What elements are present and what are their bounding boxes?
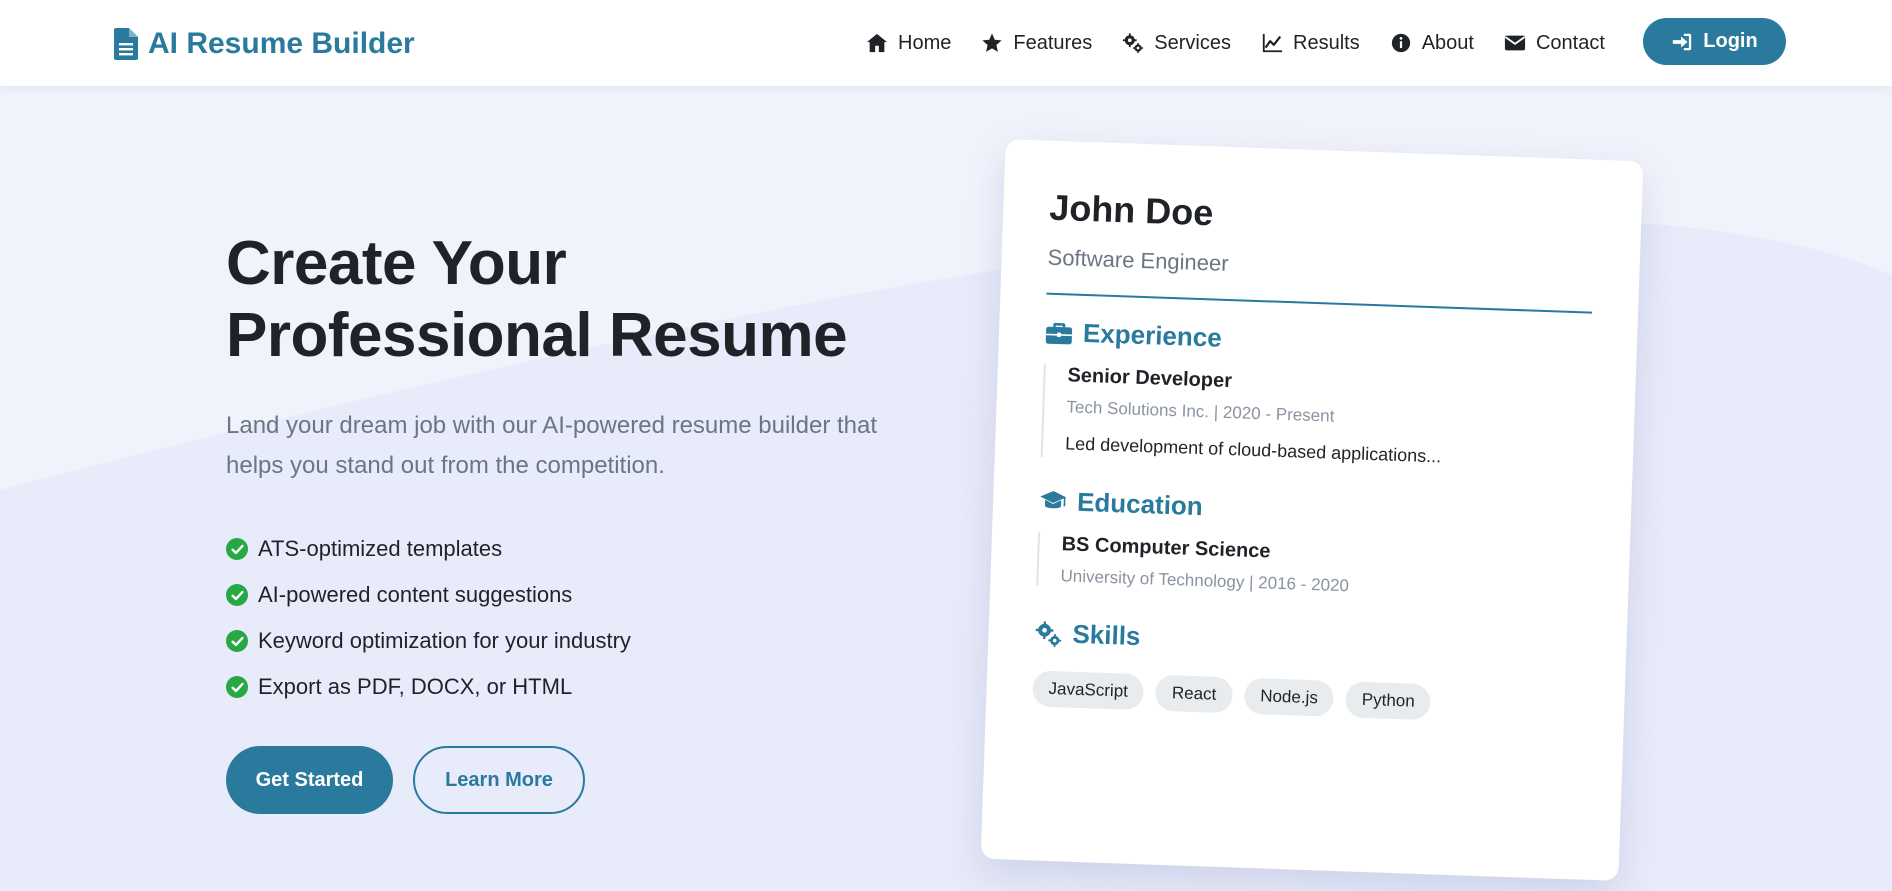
skill-pill: Python bbox=[1345, 681, 1432, 721]
check-circle-icon bbox=[226, 676, 248, 698]
degree-meta: University of Technology | 2016 - 2020 bbox=[1060, 566, 1350, 596]
nav-item-results[interactable]: Results bbox=[1261, 32, 1360, 55]
job-description: Led development of cloud-based applicati… bbox=[1064, 433, 1442, 467]
skill-pill: Node.js bbox=[1243, 677, 1335, 717]
experience-heading: Experience bbox=[1045, 317, 1592, 367]
feature-text: Export as PDF, DOCX, or HTML bbox=[258, 674, 573, 699]
experience-entry: Senior Developer Tech Solutions Inc. | 2… bbox=[1040, 363, 1590, 477]
hero-section: Create Your Professional Resume Land you… bbox=[226, 228, 926, 814]
gears-icon bbox=[1035, 620, 1062, 647]
chart-line-icon bbox=[1262, 33, 1283, 53]
section-title: Education bbox=[1076, 486, 1204, 522]
skills-list: JavaScript React Node.js Python bbox=[1031, 670, 1579, 725]
graduation-cap-icon bbox=[1040, 490, 1067, 508]
education-entry: BS Computer Science University of Techno… bbox=[1036, 532, 1584, 605]
brand-logo[interactable]: AI Resume Builder bbox=[114, 24, 415, 64]
nav-item-home[interactable]: Home bbox=[866, 32, 951, 55]
feature-text: ATS-optimized templates bbox=[258, 536, 503, 561]
brand-name: AI Resume Builder bbox=[148, 27, 415, 60]
nav-item-label: Contact bbox=[1535, 31, 1605, 54]
check-circle-icon bbox=[226, 538, 248, 560]
section-title: Experience bbox=[1082, 317, 1223, 353]
get-started-button[interactable]: Get Started bbox=[226, 746, 393, 814]
nav-item-label: About bbox=[1421, 31, 1474, 54]
nav-item-about[interactable]: About bbox=[1390, 32, 1474, 55]
job-meta: Tech Solutions Inc. | 2020 - Present bbox=[1066, 397, 1335, 426]
home-icon bbox=[866, 33, 888, 53]
nav-item-label: Services bbox=[1154, 31, 1231, 54]
resume-name: John Doe bbox=[1048, 186, 1215, 234]
nav-item-features[interactable]: Features bbox=[981, 32, 1092, 55]
nav-item-label: Home bbox=[898, 31, 952, 54]
feature-item: Keyword optimization for your industry bbox=[226, 618, 926, 664]
learn-more-button[interactable]: Learn More bbox=[413, 746, 585, 814]
hero-subtitle: Land your dream job with our AI-powered … bbox=[226, 412, 878, 479]
hero-title-line2: Professional Resume bbox=[226, 301, 848, 370]
sign-in-icon bbox=[1673, 33, 1692, 50]
section-title: Skills bbox=[1072, 618, 1141, 652]
hero-title: Create Your Professional Resume bbox=[226, 228, 926, 372]
nav-links: Home Features Services Results About Con… bbox=[866, 24, 1635, 62]
login-button[interactable]: Login bbox=[1643, 18, 1786, 65]
navbar: AI Resume Builder Home Features Services bbox=[0, 0, 1892, 86]
skill-pill: JavaScript bbox=[1031, 670, 1145, 711]
feature-list: ATS-optimized templates AI-powered conte… bbox=[226, 526, 926, 710]
check-circle-icon bbox=[226, 584, 248, 606]
login-label: Login bbox=[1703, 30, 1758, 52]
feature-text: AI-powered content suggestions bbox=[258, 582, 573, 607]
skills-heading: Skills bbox=[1034, 617, 1581, 667]
check-circle-icon bbox=[226, 630, 248, 652]
hero-title-line1: Create Your bbox=[226, 229, 567, 298]
info-icon bbox=[1391, 33, 1410, 53]
feature-item: Export as PDF, DOCX, or HTML bbox=[226, 664, 926, 710]
gears-icon bbox=[1123, 33, 1144, 54]
nav-item-label: Features bbox=[1013, 31, 1093, 54]
briefcase-icon bbox=[1045, 322, 1073, 344]
feature-item: AI-powered content suggestions bbox=[226, 572, 926, 618]
resume-preview-card: John Doe Software Engineer Experience Se… bbox=[980, 139, 1644, 881]
feature-text: Keyword optimization for your industry bbox=[258, 628, 631, 653]
file-icon bbox=[114, 28, 138, 60]
education-heading: Education bbox=[1039, 485, 1586, 535]
nav-item-services[interactable]: Services bbox=[1122, 32, 1231, 55]
feature-item: ATS-optimized templates bbox=[226, 526, 926, 572]
star-icon bbox=[982, 33, 1002, 52]
skill-pill: React bbox=[1155, 674, 1233, 714]
cta-group: Get Started Learn More bbox=[226, 746, 926, 814]
resume-role: Software Engineer bbox=[1047, 244, 1229, 276]
nav-item-label: Results bbox=[1293, 31, 1360, 54]
nav-item-contact[interactable]: Contact bbox=[1504, 32, 1605, 55]
resume-divider bbox=[1046, 292, 1593, 314]
envelope-icon bbox=[1504, 35, 1526, 51]
